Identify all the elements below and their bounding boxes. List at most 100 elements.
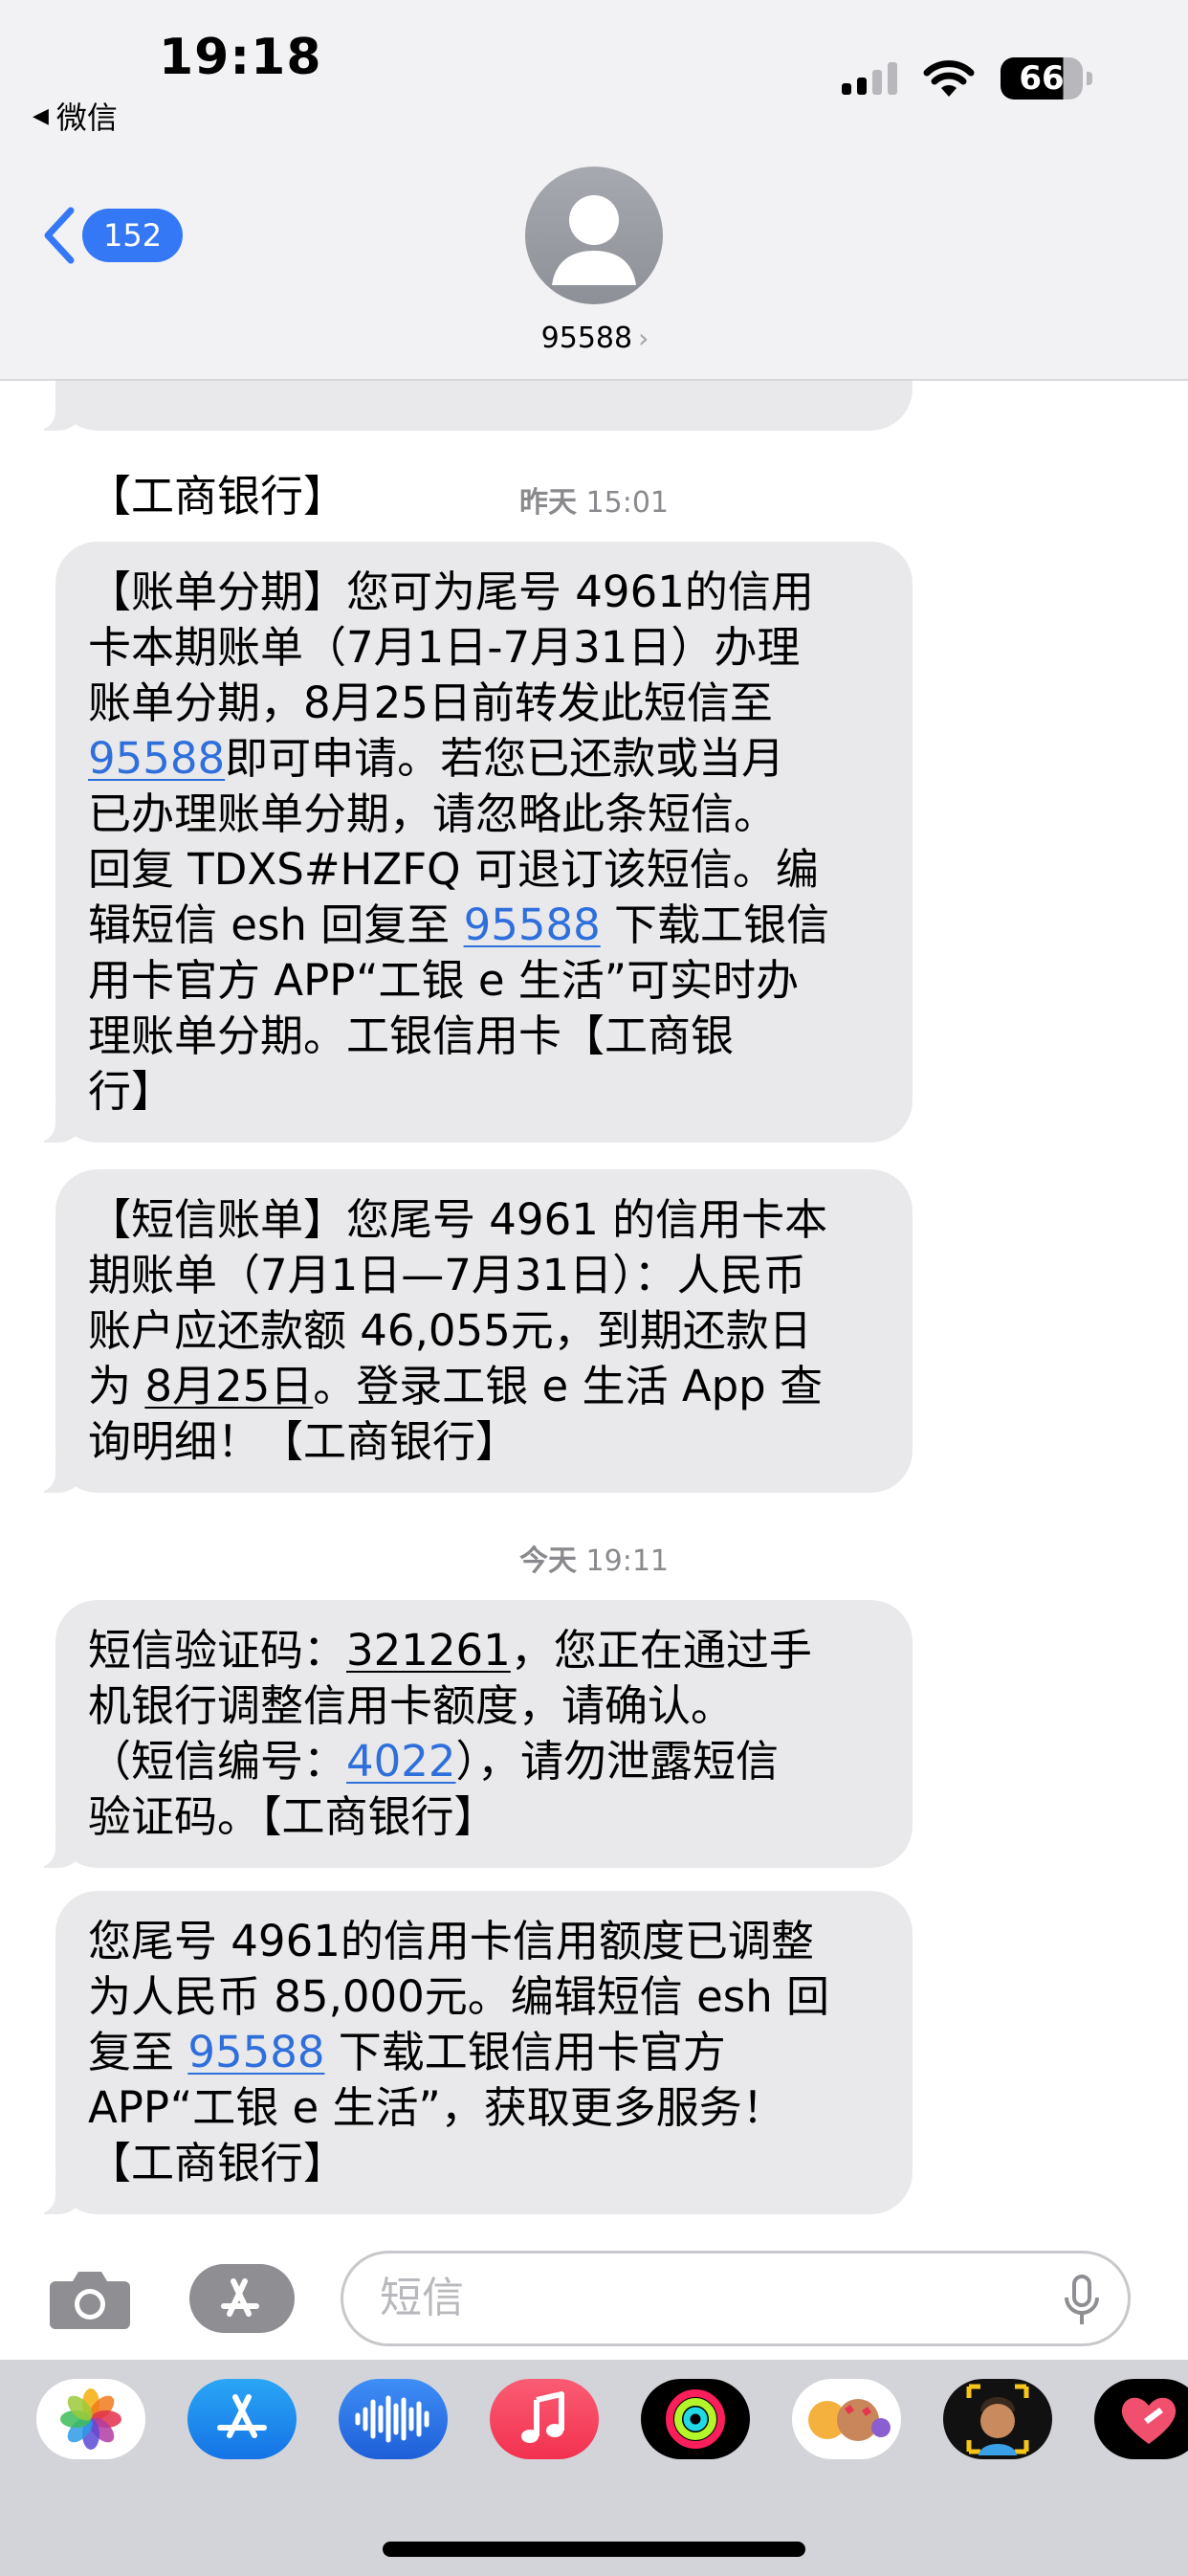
message-text: 回复 TDXS#HZFQ 可退订该短信。编 bbox=[88, 844, 819, 895]
audio-message-icon bbox=[355, 2395, 429, 2443]
digital-touch-icon bbox=[1121, 2397, 1177, 2444]
person-icon bbox=[552, 195, 636, 285]
message-bubble[interactable]: 【账单分期】您可为尾号 4961的信用 卡本期账单（7月1日-7月31日）办理 账单… bbox=[31, 542, 913, 1143]
phone-number-link[interactable]: 4022 bbox=[346, 1736, 456, 1787]
timestamp: 昨天 15:01 bbox=[0, 478, 1188, 521]
message-line: 验证码。【工商银行】 bbox=[88, 1789, 880, 1845]
timestamp-day: 今天 bbox=[518, 1544, 577, 1578]
message-text: 复至 bbox=[88, 2027, 188, 2077]
status-time: 19:18 bbox=[159, 29, 322, 86]
message-line: 【工商银行】 bbox=[88, 2136, 880, 2191]
message-bubble[interactable]: 您尾号 4961的信用卡信用额度已调整 为人民币 85,000元。编辑短信 esh… bbox=[31, 1891, 913, 2214]
message-text: 行】 bbox=[88, 1066, 175, 1117]
fitness-icon bbox=[666, 2389, 725, 2449]
detected-data-link[interactable]: 8月25日 bbox=[144, 1361, 313, 1411]
timestamp: 今天 19:11 bbox=[0, 1537, 1188, 1579]
message-line: 95588即可申请。若您已还款或当月 bbox=[88, 731, 880, 787]
message-line: 【短信账单】您尾号 4961 的信用卡本 bbox=[88, 1192, 880, 1248]
conversation[interactable]: 【工商银行】 昨天 15:01 【账单分期】您可为尾号 4961的信用 卡本期账单… bbox=[0, 0, 1188, 2576]
message-text: 账户应还款额 46,055元，到期还款日 bbox=[88, 1305, 812, 1356]
message-text: 期账单（7月1日—7月31日）：人民币 bbox=[88, 1250, 806, 1300]
message-line: （短信编号：4022），请勿泄露短信 bbox=[88, 1734, 880, 1789]
timestamp-time: 19:11 bbox=[585, 1544, 669, 1578]
digital-touch-app[interactable] bbox=[1094, 2379, 1188, 2459]
chevron-left-icon bbox=[44, 207, 75, 264]
message-line: 卡本期账单（7月1日-7月31日）办理 bbox=[88, 620, 880, 676]
message-bubble[interactable]: 【短信账单】您尾号 4961 的信用卡本 期账单（7月1日—7月31日）：人民币账… bbox=[31, 1169, 913, 1493]
phone-number-link[interactable]: 95588 bbox=[88, 733, 225, 784]
message-text: 已办理账单分期，请忽略此条短信。 bbox=[88, 788, 778, 839]
home-indicator[interactable] bbox=[383, 2542, 805, 2557]
wifi-icon bbox=[923, 60, 975, 97]
message-text: 机银行调整信用卡额度，请确认。 bbox=[88, 1680, 735, 1731]
contact-name[interactable]: 95588 › bbox=[487, 322, 703, 355]
message-text: （短信编号： bbox=[88, 1736, 347, 1787]
message-text: 即可申请。若您已还款或当月 bbox=[225, 733, 785, 784]
contact-header[interactable]: 95588 › bbox=[525, 167, 665, 355]
message-bubble[interactable]: 短信验证码：321261，您正在通过手 机银行调整信用卡额度，请确认。 （短信编号：… bbox=[31, 1600, 913, 1868]
message-text: 下载工银信 bbox=[600, 899, 830, 950]
message-text: 为 bbox=[88, 1361, 145, 1411]
message-text: 验证码。【工商银行】 bbox=[88, 1791, 497, 1842]
message-line: 机银行调整信用卡额度，请确认。 bbox=[88, 1678, 880, 1734]
app-drawer bbox=[0, 2360, 1188, 2576]
message-text: 用卡官方 APP“工银 e 生活”可实时办 bbox=[88, 955, 800, 1006]
timestamp-day: 昨天 bbox=[518, 486, 577, 520]
message-text: 理账单分期。工银信用卡【工商银 bbox=[88, 1010, 735, 1061]
music-icon bbox=[521, 2391, 564, 2443]
unread-count-badge: 152 bbox=[82, 209, 184, 262]
photos-app[interactable] bbox=[36, 2379, 145, 2459]
app-store-app[interactable] bbox=[187, 2379, 297, 2459]
message-input[interactable]: 短信 bbox=[341, 2251, 1131, 2346]
message-text: 【账单分期】您可为尾号 4961的信用 bbox=[88, 566, 814, 617]
music-app[interactable] bbox=[490, 2379, 599, 2459]
camera-icon[interactable] bbox=[48, 2268, 132, 2331]
app-store-icon bbox=[221, 2278, 259, 2317]
message-line: 为人民币 85,000元。编辑短信 esh 回 bbox=[88, 1969, 880, 2025]
status-icons: 66 bbox=[842, 57, 1092, 100]
message-line: 【账单分期】您可为尾号 4961的信用 bbox=[88, 565, 880, 620]
message-text: 【短信账单】您尾号 4961 的信用卡本 bbox=[88, 1194, 828, 1245]
message-line: 回复 TDXS#HZFQ 可退订该短信。编 bbox=[88, 842, 880, 898]
phone-number-link[interactable]: 95588 bbox=[464, 899, 601, 950]
message-line: 复至 95588 下载工银信用卡官方 bbox=[88, 2025, 880, 2080]
message-text: ，您正在通过手 bbox=[510, 1625, 812, 1676]
back-button[interactable]: 152 bbox=[42, 207, 184, 264]
message-text: 辑短信 esh 回复至 bbox=[88, 899, 464, 950]
message-line: 账户应还款额 46,055元，到期还款日 bbox=[88, 1303, 880, 1359]
apps-button[interactable] bbox=[189, 2264, 295, 2333]
audio-message-app[interactable] bbox=[339, 2379, 448, 2459]
avatar[interactable] bbox=[525, 167, 663, 304]
message-input-placeholder: 短信 bbox=[380, 2274, 464, 2322]
detected-data-link[interactable]: 321261 bbox=[346, 1625, 511, 1676]
message-line: 行】 bbox=[88, 1064, 880, 1120]
message-text: 短信验证码： bbox=[88, 1625, 347, 1676]
memoji-app[interactable] bbox=[943, 2379, 1052, 2459]
battery-icon: 66 bbox=[1001, 57, 1092, 100]
message-line: 短信验证码：321261，您正在通过手 bbox=[88, 1623, 880, 1678]
message-text: 。登录工银 e 生活 App 查 bbox=[313, 1361, 824, 1411]
message-text: ），请勿泄露短信 bbox=[455, 1736, 780, 1787]
memoji-stickers-app[interactable] bbox=[792, 2379, 901, 2459]
back-to-app-link[interactable]: ◀ 微信 bbox=[33, 94, 118, 138]
message-text: 为人民币 85,000元。编辑短信 esh 回 bbox=[88, 1971, 830, 2022]
message-line: 已办理账单分期，请忽略此条短信。 bbox=[88, 787, 880, 842]
message-text: 您尾号 4961的信用卡信用额度已调整 bbox=[88, 1916, 814, 1966]
message-text: 下载工银信用卡官方 bbox=[324, 2027, 726, 2077]
message-text: 【工商银行】 bbox=[88, 2138, 347, 2188]
photos-icon bbox=[60, 2388, 121, 2450]
message-line: 用卡官方 APP“工银 e 生活”可实时办 bbox=[88, 953, 880, 1009]
message-line: 期账单（7月1日—7月31日）：人民币 bbox=[88, 1248, 880, 1303]
back-triangle-icon: ◀ bbox=[33, 103, 49, 128]
memoji-icon bbox=[966, 2384, 1029, 2455]
message-text: APP“工银 e 生活”，获取更多服务！ bbox=[88, 2082, 785, 2133]
microphone-icon[interactable] bbox=[1063, 2275, 1101, 2326]
fitness-app[interactable] bbox=[641, 2379, 750, 2459]
message-line: 您尾号 4961的信用卡信用额度已调整 bbox=[88, 1914, 880, 1969]
message-text: 卡本期账单（7月1日-7月31日）办理 bbox=[88, 622, 801, 673]
contact-name-label: 95588 bbox=[540, 322, 633, 355]
phone-number-link[interactable]: 95588 bbox=[187, 2027, 324, 2077]
message-text: 询明细！【工商银行】 bbox=[88, 1416, 519, 1467]
memoji-stickers-icon bbox=[808, 2399, 891, 2441]
app-store-icon bbox=[217, 2394, 267, 2438]
